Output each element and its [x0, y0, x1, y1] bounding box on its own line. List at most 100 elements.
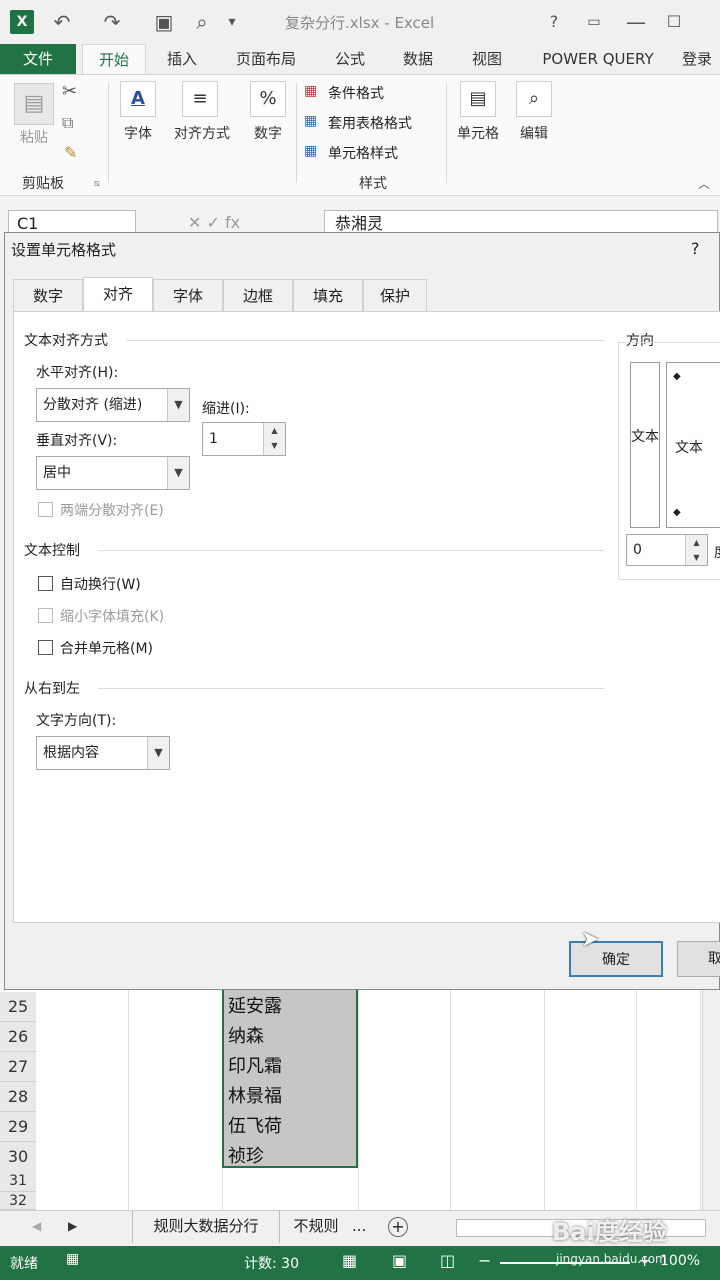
print-preview-icon[interactable]: ⌕	[188, 8, 216, 36]
merge-cells-checkbox[interactable]	[38, 640, 53, 655]
cell-name[interactable]: 延安露	[222, 992, 282, 1022]
customize-toolbar-icon[interactable]: ▾	[218, 8, 246, 36]
row-header[interactable]: 26	[0, 1022, 36, 1052]
sign-in-link[interactable]: 登录	[682, 44, 720, 74]
tab-view[interactable]: 视图	[462, 44, 512, 74]
vertical-scrollbar[interactable]	[702, 990, 720, 1210]
orientation-dial[interactable]: ◆ ◆ 文本	[666, 362, 720, 528]
tab-page-layout[interactable]: 页面布局	[226, 44, 306, 74]
dtab-number[interactable]: 数字	[13, 279, 83, 311]
horizontal-select[interactable]: 分散对齐 (缩进) ▼	[36, 388, 190, 422]
alignment-panel: 文本对齐方式 水平对齐(H): 分散对齐 (缩进) ▼ 缩进(I): 1 ▲ ▼ …	[13, 311, 720, 923]
dtab-border[interactable]: 边框	[223, 279, 293, 311]
chevron-down-icon[interactable]: ▼	[147, 737, 169, 769]
indent-label: 缩进(I):	[202, 401, 250, 417]
next-sheet-icon[interactable]: ▶	[68, 1219, 77, 1233]
spin-arrows-icon[interactable]: ▲ ▼	[263, 423, 285, 455]
ribbon-display-icon[interactable]: ▭	[580, 8, 608, 36]
tab-home[interactable]: 开始	[82, 44, 146, 74]
cell-name[interactable]: 祯珍	[222, 1142, 264, 1172]
font-button[interactable]: 字体	[114, 123, 162, 143]
alignment-button[interactable]: 对齐方式	[168, 123, 236, 143]
direction-select[interactable]: 根据内容 ▼	[36, 736, 170, 770]
cell-name[interactable]: 纳森	[222, 1022, 264, 1052]
sheet-tab-irregular[interactable]: 不规则	[284, 1211, 348, 1243]
row-header[interactable]: 29	[0, 1112, 36, 1142]
number-icon[interactable]: %	[250, 81, 286, 117]
more-sheets-button[interactable]: ...	[352, 1211, 366, 1241]
dialog-launcher-icon[interactable]: ⧅	[94, 179, 100, 189]
cancel-button[interactable]: 取	[677, 941, 720, 977]
ribbon-tabs: 文件 开始 插入 页面布局 公式 数据 视图 POWER QUERY 登录	[0, 44, 720, 74]
dialog-help-button[interactable]: ?	[691, 239, 700, 258]
shrink-fit-checkbox[interactable]	[38, 608, 53, 623]
tab-data[interactable]: 数据	[392, 44, 444, 74]
normal-view-icon[interactable]: ▦	[342, 1251, 357, 1270]
justify-distributed-checkbox[interactable]	[38, 502, 53, 517]
save-icon[interactable]: ▣	[150, 8, 178, 36]
maximize-icon[interactable]: ☐	[660, 8, 688, 36]
baidu-watermark-logo: Bai度经验	[552, 1218, 667, 1246]
indent-value: 1	[209, 431, 218, 447]
number-button[interactable]: 数字	[244, 123, 292, 143]
cut-icon[interactable]: ✂	[62, 81, 77, 102]
vertical-text-button[interactable]: 文本	[630, 362, 660, 528]
dtab-alignment[interactable]: 对齐	[83, 277, 153, 311]
row-header[interactable]: 28	[0, 1082, 36, 1112]
spin-arrows-icon[interactable]: ▲ ▼	[685, 535, 707, 565]
redo-icon[interactable]: ↷	[98, 8, 126, 36]
editing-button[interactable]: 编辑	[510, 123, 558, 143]
chevron-down-icon[interactable]: ▼	[167, 389, 189, 421]
macro-record-icon[interactable]: ▦	[66, 1251, 79, 1267]
chevron-down-icon[interactable]: ▼	[167, 457, 189, 489]
dtab-protection[interactable]: 保护	[363, 279, 427, 311]
cells-button[interactable]: 单元格	[452, 123, 504, 143]
font-icon[interactable]: A	[120, 81, 156, 117]
row-header[interactable]: 27	[0, 1052, 36, 1082]
row-header[interactable]: 32	[0, 1192, 36, 1210]
row-header[interactable]: 31	[0, 1170, 36, 1192]
undo-icon[interactable]: ↶	[48, 8, 76, 36]
cell-name[interactable]: 伍飞荷	[222, 1112, 282, 1142]
grid-columns	[36, 990, 720, 1230]
dtab-font[interactable]: 字体	[153, 279, 223, 311]
divider	[98, 688, 604, 689]
clipboard-group-label: 剪贴板	[22, 176, 64, 192]
zoom-out-icon[interactable]: −	[478, 1251, 491, 1270]
add-sheet-icon[interactable]: +	[388, 1217, 408, 1237]
orientation-point: ◆	[673, 371, 681, 382]
dtab-fill[interactable]: 填充	[293, 279, 363, 311]
vertical-select[interactable]: 居中 ▼	[36, 456, 190, 490]
sheet-tab-rule-data[interactable]: 规则大数据分行	[132, 1211, 280, 1243]
divider	[108, 83, 109, 183]
cell-name[interactable]: 印凡霜	[222, 1052, 282, 1082]
collapse-ribbon-icon[interactable]: ︿	[698, 175, 710, 192]
tab-formulas[interactable]: 公式	[322, 44, 378, 74]
paste-label[interactable]: 粘贴	[14, 127, 54, 147]
prev-sheet-icon[interactable]: ◀	[32, 1219, 41, 1233]
table-format-button[interactable]: 套用表格格式	[328, 113, 412, 133]
tab-power-query[interactable]: POWER QUERY	[530, 44, 666, 74]
alignment-icon[interactable]: ≡	[182, 81, 218, 117]
page-layout-view-icon[interactable]: ▣	[392, 1251, 407, 1270]
indent-stepper[interactable]: 1 ▲ ▼	[202, 422, 286, 456]
format-painter-icon[interactable]: ✎	[64, 143, 77, 162]
cell-name[interactable]: 林景福	[222, 1082, 282, 1112]
cells-icon[interactable]: ▤	[460, 81, 496, 117]
row-header[interactable]: 25	[0, 992, 36, 1022]
tab-file[interactable]: 文件	[0, 44, 76, 74]
find-icon[interactable]: ⌕	[516, 81, 552, 117]
page-break-view-icon[interactable]: ◫	[440, 1251, 455, 1270]
wrap-text-checkbox[interactable]	[38, 576, 53, 591]
conditional-format-button[interactable]: 条件格式	[328, 83, 384, 103]
row-header[interactable]: 30	[0, 1142, 36, 1172]
copy-icon[interactable]: ⧉	[62, 113, 73, 133]
tab-insert[interactable]: 插入	[158, 44, 206, 74]
divider	[296, 83, 297, 183]
help-icon[interactable]: ?	[540, 8, 568, 36]
minimize-icon[interactable]: —	[622, 8, 650, 36]
degrees-stepper[interactable]: 0 ▲ ▼	[626, 534, 708, 566]
cell-style-icon: ▦	[304, 143, 318, 159]
paste-icon[interactable]: ▤	[14, 83, 54, 125]
cell-style-button[interactable]: 单元格样式	[328, 143, 398, 163]
